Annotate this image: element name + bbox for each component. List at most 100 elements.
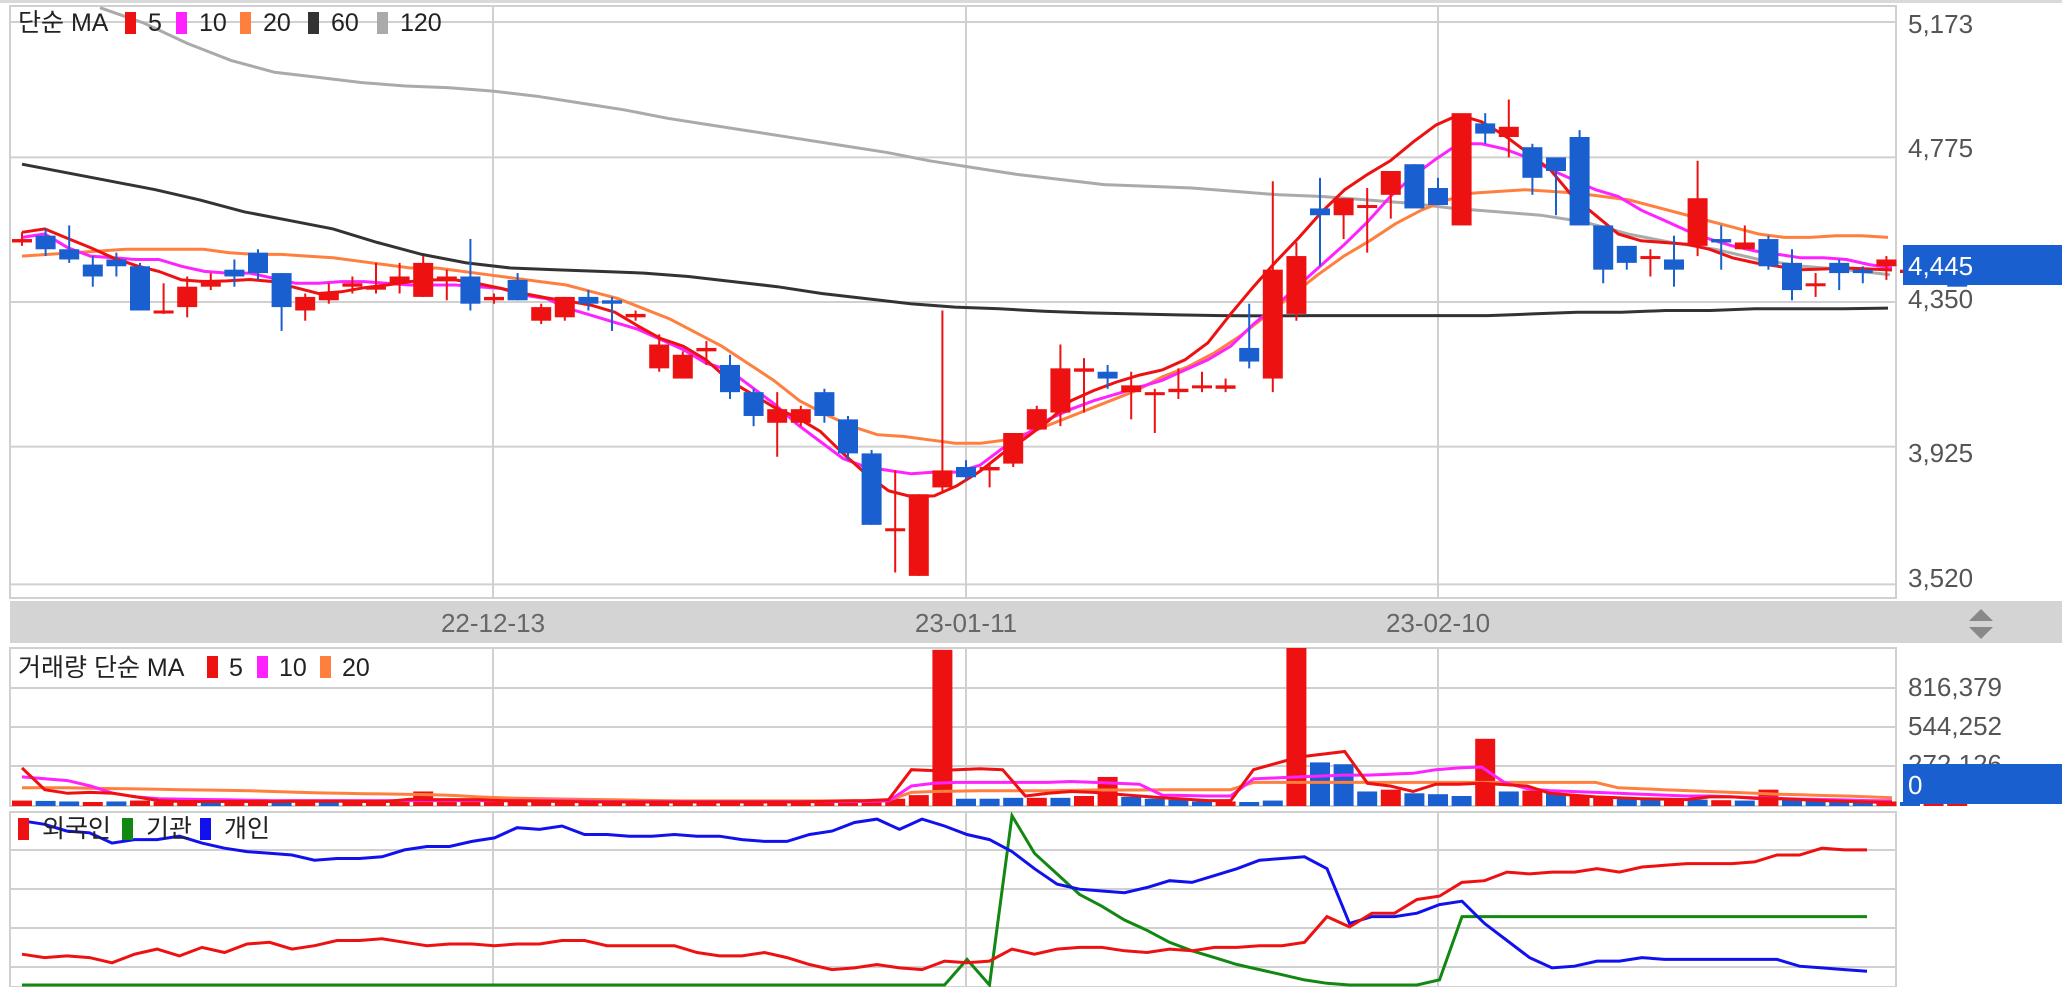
legend-swatch-ma5 — [125, 12, 136, 34]
investor-legend-swatch-institution — [122, 818, 133, 840]
candle-body — [35, 235, 56, 250]
investor-legend-label-individual: 개인 — [224, 815, 270, 843]
volume-bar — [59, 801, 80, 806]
candle-body — [932, 470, 953, 488]
price-legend-title: 단순 MA — [18, 9, 109, 37]
candle-body — [1687, 198, 1708, 246]
candle-body — [814, 392, 835, 416]
candle-body — [1168, 388, 1189, 393]
price-tick: 4,775 — [1908, 133, 1973, 163]
candle-body — [224, 269, 245, 277]
candle-body — [578, 296, 599, 304]
date-label: 23-01-11 — [915, 608, 1017, 638]
volume-bar — [1357, 791, 1378, 806]
candle-body — [1711, 239, 1732, 243]
candle-body — [838, 419, 858, 454]
volume-tick: 544,252 — [1908, 711, 2002, 741]
candle-body — [956, 467, 976, 478]
candle-body — [602, 300, 622, 304]
price-tick: 3,520 — [1908, 563, 1973, 593]
candle-body — [1404, 164, 1425, 209]
candle-body — [248, 252, 268, 274]
candle-body — [153, 310, 174, 314]
volume-bar — [106, 801, 127, 806]
candle-body — [12, 239, 32, 243]
candle-body — [130, 266, 150, 311]
legend-label-ma60: 60 — [331, 9, 359, 37]
stock-chart-screen: 5,173 4,775 4,350 3,925 3,520 4,445 단순 M… — [0, 0, 2062, 989]
legend-swatch-ma20 — [240, 12, 251, 34]
candle-body — [1026, 409, 1047, 430]
volume-bar — [35, 800, 56, 806]
candle-body — [979, 467, 1000, 471]
legend-swatch-ma10 — [176, 12, 187, 34]
candle-body — [1333, 198, 1354, 216]
top-border — [0, 0, 2062, 3]
investor-legend-label-institution: 기관 — [146, 815, 192, 843]
price-tick: 5,173 — [1908, 9, 1973, 39]
current-volume-label: 0 — [1908, 770, 1922, 800]
candle-body — [484, 296, 504, 301]
volume-bar — [1333, 764, 1354, 806]
candle-body — [82, 264, 103, 277]
volume-bar — [1239, 802, 1260, 806]
volume-bar — [1026, 797, 1047, 806]
candle-body — [531, 307, 552, 321]
candle-body — [672, 354, 693, 379]
candle-body — [696, 347, 717, 352]
candle-body — [295, 296, 316, 311]
volume-legend-label-ma20: 20 — [342, 654, 370, 682]
volume-bar — [1121, 796, 1142, 806]
date-label: 22-12-13 — [441, 608, 545, 638]
candle-body — [1829, 262, 1850, 274]
candle-body — [1451, 113, 1472, 226]
volume-bar — [1734, 800, 1755, 806]
volume-bar — [1404, 793, 1425, 806]
volume-bar — [1144, 798, 1165, 806]
candle-body — [342, 283, 363, 287]
date-axis-background — [10, 601, 2062, 643]
candle-body — [1852, 269, 1873, 274]
candle-body — [1616, 245, 1637, 263]
price-tick: 4,350 — [1908, 284, 1973, 314]
candle-body — [1003, 432, 1024, 464]
candle-body — [460, 276, 481, 304]
volume-bar — [1475, 738, 1496, 806]
stock-chart-svg: 5,173 4,775 4,350 3,925 3,520 4,445 단순 M… — [0, 0, 2062, 989]
candle-body — [1805, 283, 1826, 287]
candle-body — [318, 293, 339, 301]
candle-body — [1357, 205, 1378, 209]
volume-bar — [908, 795, 929, 806]
candle-body — [106, 259, 127, 267]
legend-label-ma120: 120 — [400, 9, 442, 37]
volume-bar — [1498, 791, 1519, 806]
investor-legend-swatch-foreign — [18, 818, 29, 840]
candle-body — [767, 409, 788, 423]
volume-bar — [1262, 800, 1283, 806]
candle-body — [1310, 208, 1330, 216]
price-tick: 3,925 — [1908, 438, 1973, 468]
candle-body — [790, 409, 811, 423]
candle-body — [885, 528, 906, 532]
candle-body — [389, 276, 410, 284]
candle-body — [1475, 123, 1496, 134]
candle-body — [861, 453, 882, 525]
candle-body — [1782, 262, 1802, 291]
candle-body — [1239, 347, 1260, 362]
candle-body — [271, 273, 292, 308]
date-label: 23-02-10 — [1386, 608, 1490, 638]
volume-bar — [1003, 797, 1024, 806]
volume-bar — [1428, 794, 1448, 806]
volume-bar — [1074, 796, 1094, 806]
candle-body — [200, 279, 221, 287]
volume-bar — [82, 802, 103, 806]
legend-label-ma20: 20 — [263, 9, 291, 37]
volume-bar — [1050, 797, 1071, 806]
volume-legend-title: 거래량 단순 MA — [18, 654, 185, 682]
candle-body — [1758, 239, 1779, 267]
volume-tick: 816,379 — [1908, 672, 2002, 702]
candle-body — [1546, 157, 1566, 172]
candle-body — [720, 364, 740, 393]
candle-body — [1192, 385, 1212, 389]
volume-bar — [531, 802, 552, 806]
